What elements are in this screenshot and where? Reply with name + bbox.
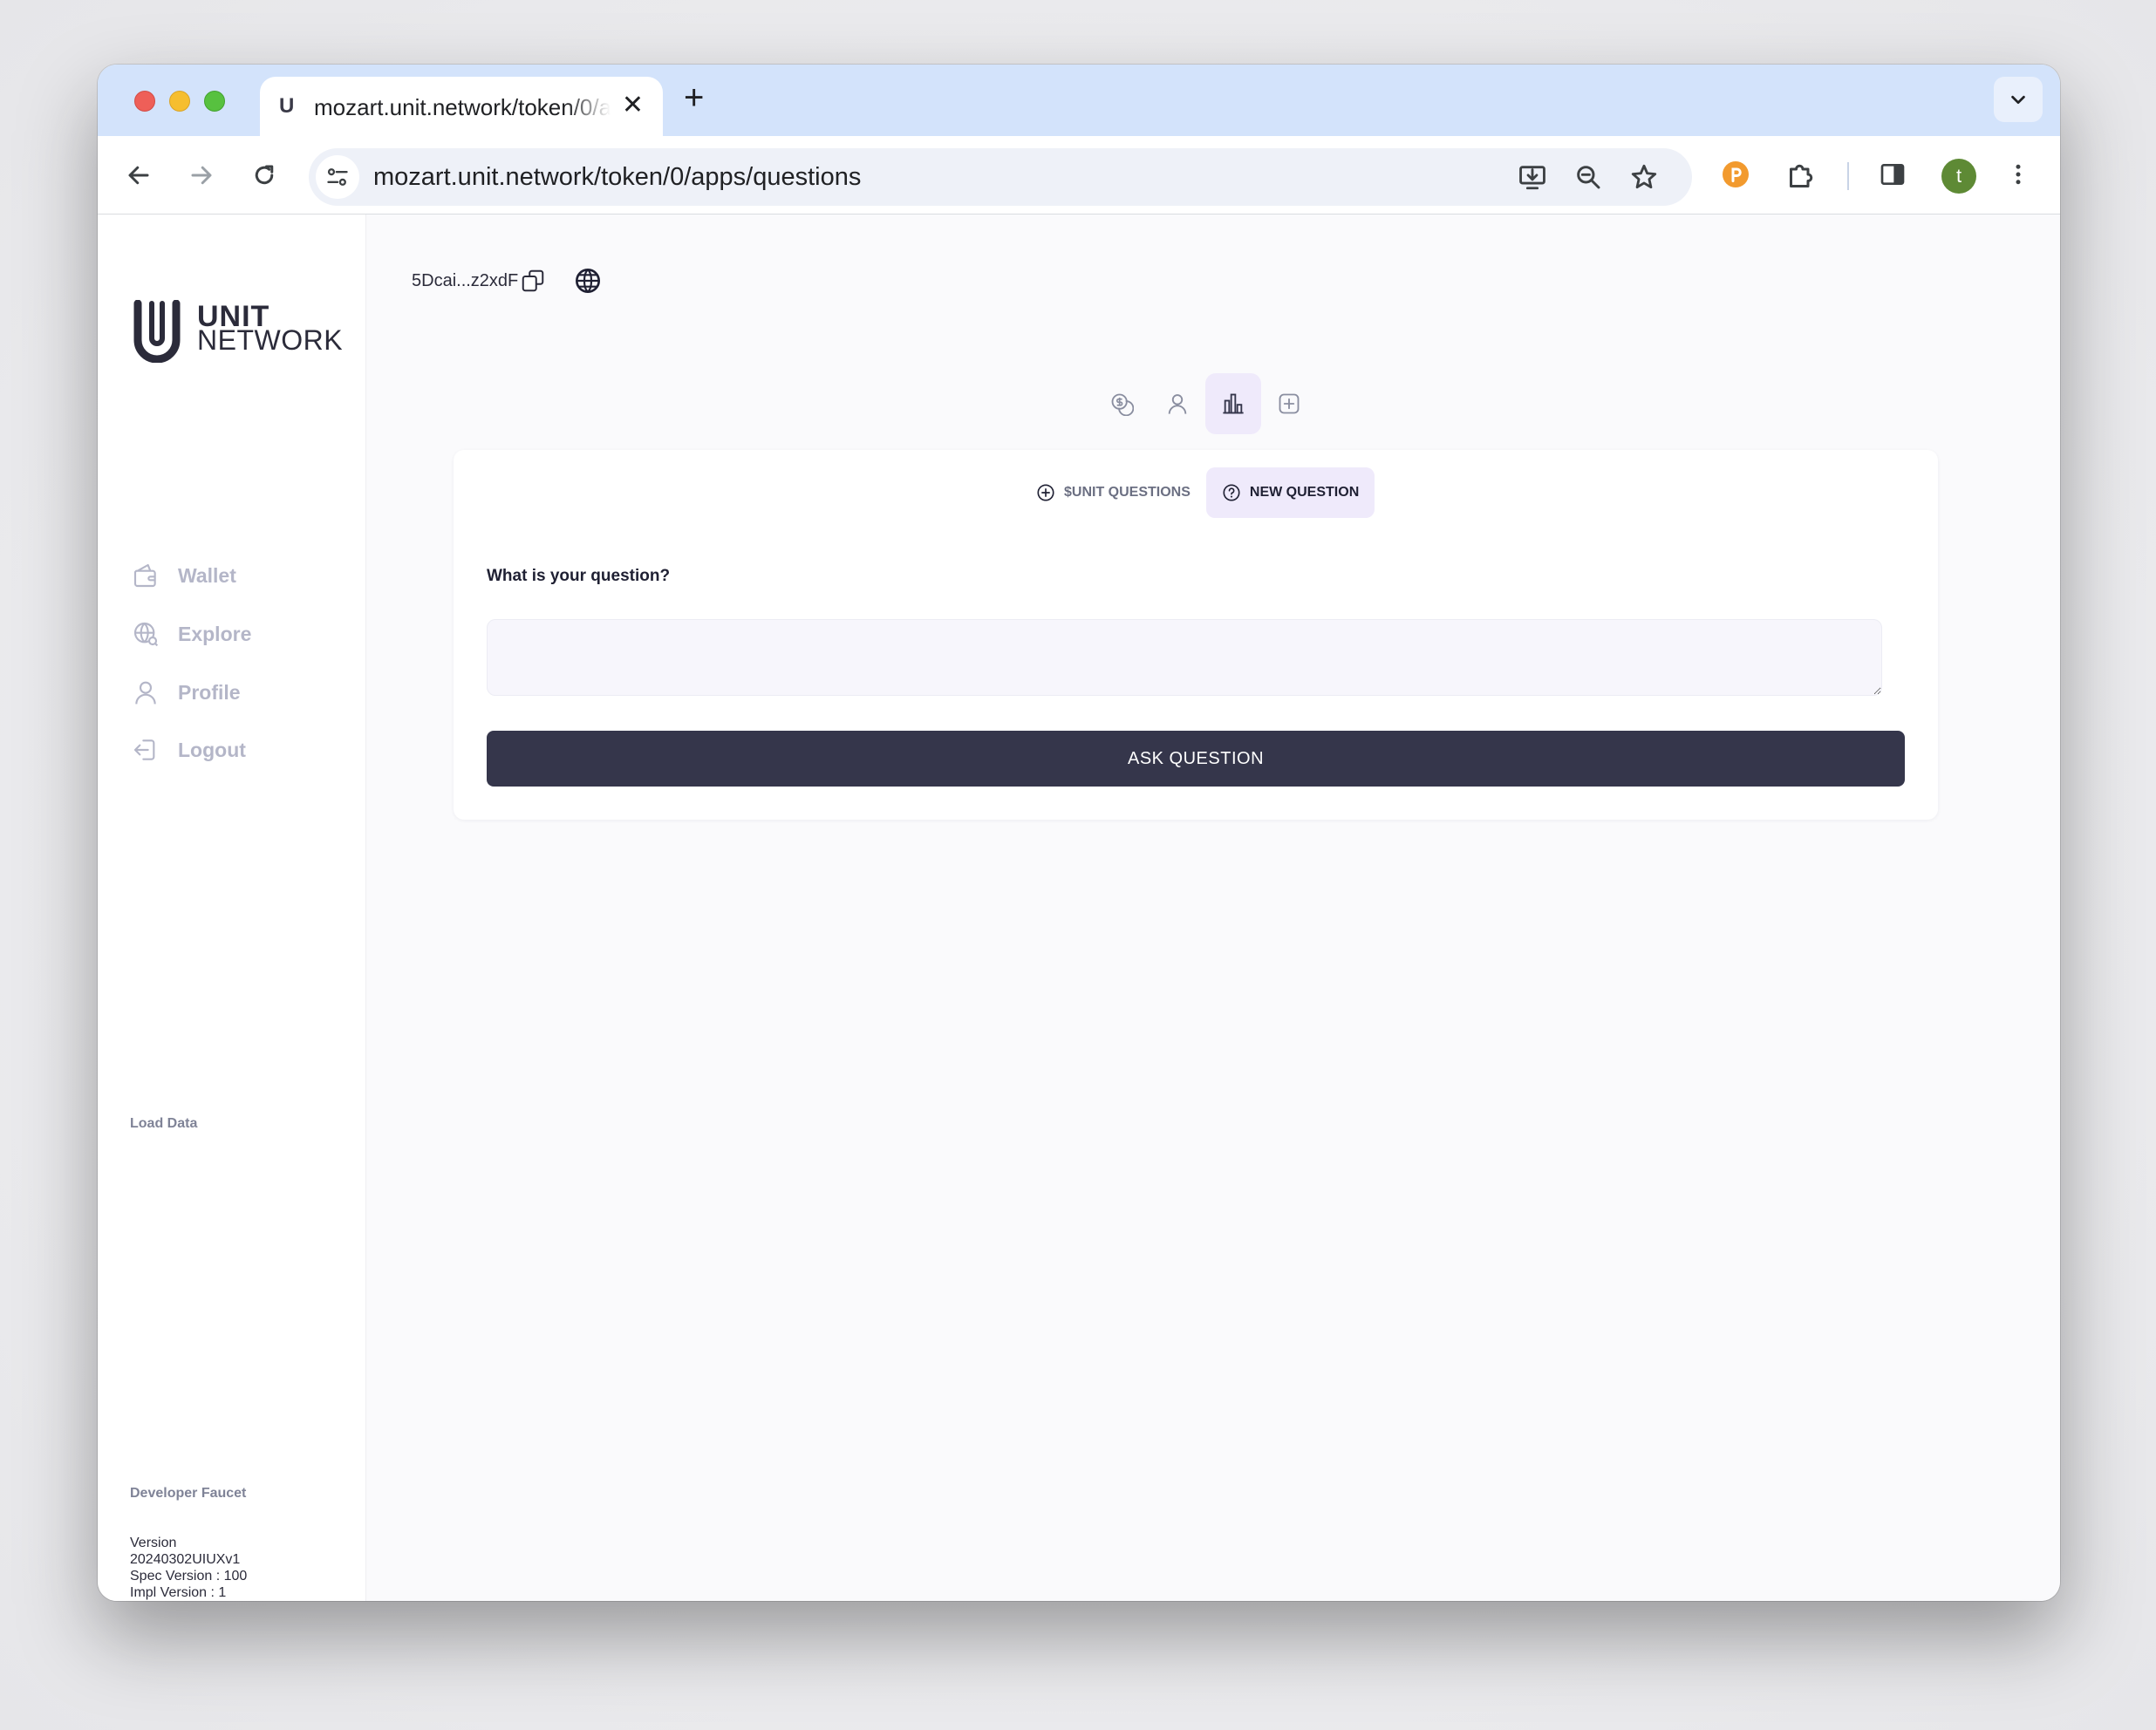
side-panel-button[interactable] [1873, 155, 1912, 194]
subtab-label: $UNIT QUESTIONS [1064, 485, 1191, 500]
arrow-right-icon [191, 166, 212, 185]
version-line: Impl Version : 1 [130, 1585, 227, 1600]
bookmark-button[interactable] [1626, 159, 1662, 195]
version-line: Spec Version : 100 [130, 1569, 248, 1584]
extension-button[interactable] [1716, 155, 1755, 194]
reload-icon [255, 165, 274, 185]
arrow-left-icon [128, 166, 149, 185]
account-address: 5Dcai...z2xdF [412, 270, 519, 290]
subtab-label: NEW QUESTION [1249, 485, 1360, 500]
extension-p-icon [1723, 161, 1749, 187]
browser-tab[interactable]: U mozart.unit.network/token/0/apps/quest… [260, 77, 663, 136]
sidebar-item-label: Logout [178, 738, 246, 761]
question-subtabs: $UNIT QUESTIONS NEW QUESTION [1020, 467, 1375, 518]
sidebar-item-label: Profile [178, 680, 241, 704]
toolbar-divider [1847, 162, 1849, 190]
site-settings-button[interactable] [316, 155, 359, 199]
question-label: What is your question? [487, 567, 671, 585]
tab-favicon-icon: U [279, 94, 295, 118]
globe-search-icon [131, 619, 160, 649]
logo-text-bottom: NETWORK [197, 324, 344, 356]
install-app-button[interactable] [1514, 159, 1551, 195]
version-line: Version [130, 1536, 177, 1550]
tab-user[interactable] [1150, 373, 1205, 434]
tab-coins[interactable] [1094, 373, 1150, 434]
question-input[interactable] [487, 619, 1882, 696]
star-icon [1631, 164, 1657, 189]
load-data-link[interactable]: Load Data [130, 1116, 197, 1132]
ask-question-button[interactable]: ASK QUESTION [487, 731, 1905, 787]
user-icon [1168, 394, 1187, 414]
tab-unit-questions[interactable]: $UNIT QUESTIONS [1020, 467, 1206, 518]
logout-icon [131, 735, 160, 765]
extensions-menu-button[interactable] [1781, 155, 1819, 194]
coins-icon [1111, 393, 1134, 416]
side-panel-icon [1880, 164, 1905, 185]
plus-square-icon [1279, 393, 1300, 414]
main-content: 5Dcai...z2xdF $UNIT QUESTIONS NEW QUESTI… [366, 215, 2060, 1601]
question-card: $UNIT QUESTIONS NEW QUESTION What is you… [454, 450, 1938, 820]
wallet-icon [131, 561, 160, 590]
account-address-row: 5Dcai...z2xdF [412, 267, 602, 295]
sidebar-item-label: Wallet [178, 563, 236, 587]
tab-new-question[interactable]: NEW QUESTION [1205, 467, 1375, 518]
zoom-button[interactable] [1570, 159, 1607, 195]
unit-network-logo[interactable]: UNIT NETWORK [133, 300, 343, 363]
minimize-window-button[interactable] [169, 91, 190, 112]
tab-search-button[interactable] [1994, 77, 2043, 122]
forward-button[interactable] [183, 157, 220, 194]
zoom-out-icon [1577, 166, 1600, 189]
tab-title: mozart.unit.network/token/0/apps/questio… [314, 94, 611, 120]
app-icon-tabs [1094, 373, 1317, 434]
tune-icon [327, 168, 348, 186]
address-bar[interactable]: mozart.unit.network/token/0/apps/questio… [309, 148, 1692, 206]
bar-chart-icon [1223, 393, 1244, 414]
sidebar-item-profile[interactable]: Profile [131, 675, 241, 710]
developer-faucet-link[interactable]: Developer Faucet [130, 1486, 246, 1502]
profile-avatar[interactable]: t [1941, 159, 1976, 194]
sidebar-item-wallet[interactable]: Wallet [131, 558, 236, 593]
url-text: mozart.unit.network/token/0/apps/questio… [373, 163, 862, 191]
more-vertical-icon [2016, 164, 2021, 185]
app-sidebar: UNIT NETWORK Wallet Explore Profile Logo… [98, 215, 366, 1601]
sidebar-item-label: Explore [178, 622, 252, 645]
globe-icon[interactable] [574, 267, 602, 295]
plus-circle-icon [1037, 484, 1054, 501]
tab-add[interactable] [1261, 373, 1317, 434]
new-tab-button[interactable]: + [684, 80, 704, 115]
install-icon [1519, 166, 1545, 190]
tab-strip: U mozart.unit.network/token/0/apps/quest… [98, 65, 2060, 136]
close-window-button[interactable] [134, 91, 155, 112]
maximize-window-button[interactable] [204, 91, 225, 112]
sidebar-item-explore[interactable]: Explore [131, 616, 251, 651]
back-button[interactable] [120, 157, 157, 194]
version-line: 20240302UIUXv1 [130, 1552, 241, 1567]
browser-toolbar: mozart.unit.network/token/0/apps/questio… [98, 136, 2060, 215]
tab-stats[interactable] [1205, 373, 1261, 434]
tab-close-icon[interactable]: ✕ [622, 91, 644, 120]
version-info: Version 20240302UIUXv1 Spec Version : 10… [130, 1535, 247, 1601]
unit-logo-icon [133, 300, 181, 363]
reload-button[interactable] [246, 157, 283, 194]
user-icon [131, 678, 160, 707]
puzzle-icon [1790, 164, 1813, 187]
copy-icon[interactable] [520, 268, 546, 294]
browser-menu-button[interactable] [1999, 155, 2037, 194]
sidebar-item-logout[interactable]: Logout [131, 732, 246, 767]
question-circle-icon [1223, 484, 1240, 501]
browser-window: U mozart.unit.network/token/0/apps/quest… [98, 65, 2060, 1601]
chevron-down-icon [2011, 95, 2025, 105]
